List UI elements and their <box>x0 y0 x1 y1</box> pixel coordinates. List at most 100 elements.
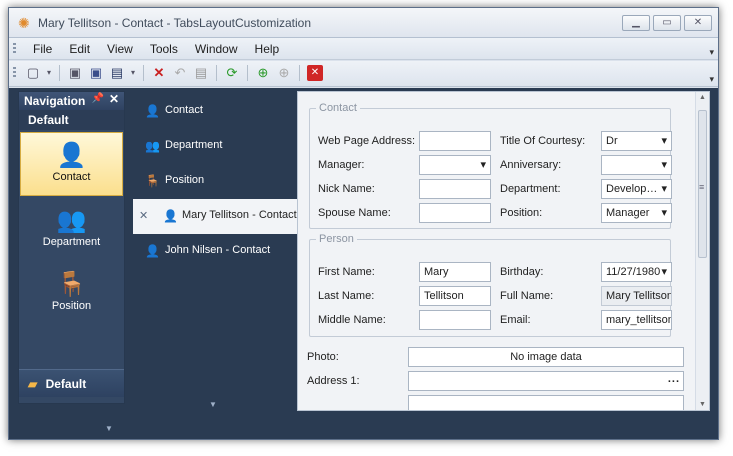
menu-help[interactable]: Help <box>246 42 288 56</box>
menu-view[interactable]: View <box>98 42 141 56</box>
nav-item-department[interactable]: 👥 Department <box>19 198 124 262</box>
delete-icon[interactable]: ✕ <box>151 65 167 81</box>
app-gear-icon: ✺ <box>18 15 30 31</box>
contact-icon: 👤 <box>145 244 160 258</box>
web-page-field[interactable] <box>419 131 491 151</box>
field-label: Middle Name: <box>318 314 386 326</box>
toolbar-grip-icon[interactable] <box>13 67 16 79</box>
contact-person-icon: 👤 <box>56 142 87 169</box>
tabs-expand-icon[interactable]: ▼ <box>209 400 217 409</box>
menu-tools[interactable]: Tools <box>141 42 186 56</box>
toolbar-separator <box>247 65 248 81</box>
workspace: Navigation 📌 ✕ Default 👤 Contact 👥 Depar… <box>9 88 718 439</box>
new-dropdown-icon[interactable]: ▾ <box>46 65 52 81</box>
contact-form: Contact Web Page Address: Title Of Court… <box>297 91 710 411</box>
window-title: Mary Tellitson - Contact - TabsLayoutCus… <box>38 16 312 30</box>
field-label: Manager: <box>318 159 365 171</box>
nav-expand-icon[interactable]: ▼ <box>105 424 113 433</box>
nav-item-label: Department <box>42 236 101 248</box>
email-field[interactable]: mary_tellitson <box>601 310 672 330</box>
group-title: Person <box>319 233 354 245</box>
tab-department[interactable]: 👥 Department <box>133 129 299 164</box>
field-label: Email: <box>500 314 531 326</box>
contact-icon: 👤 <box>163 209 178 223</box>
close-panel-icon[interactable]: ✕ <box>109 92 119 106</box>
field-label: Nick Name: <box>318 183 375 195</box>
vertical-scrollbar[interactable]: ▲ ≡ ▼ <box>695 92 709 410</box>
toolbar-separator <box>299 65 300 81</box>
nav-group-header[interactable]: Default <box>19 110 124 130</box>
close-doc-icon[interactable]: ✕ <box>307 65 323 81</box>
field-label: Title Of Courtesy: <box>500 135 586 147</box>
toolbar-overflow-icon[interactable]: ▾ <box>709 74 714 85</box>
title-bar: ✺ Mary Tellitson - Contact - TabsLayoutC… <box>9 8 718 38</box>
nav-item-position[interactable]: 🪑 Position <box>19 262 124 326</box>
minimize-button[interactable]: ▁ <box>622 15 650 31</box>
close-tab-icon[interactable]: ✕ <box>139 209 148 222</box>
middle-name-field[interactable] <box>419 310 491 330</box>
position-icon: 🪑 <box>145 174 160 188</box>
menu-overflow-icon[interactable]: ▾ <box>709 47 714 58</box>
tab-contact[interactable]: 👤 Contact <box>133 94 299 129</box>
address2-field[interactable] <box>408 395 684 410</box>
field-label: Anniversary: <box>500 159 562 171</box>
tab-position[interactable]: 🪑 Position <box>133 164 299 199</box>
menu-bar: File Edit View Tools Window Help ▾ <box>9 38 718 60</box>
spouse-name-field[interactable] <box>419 203 491 223</box>
save-icon[interactable]: ▣ <box>67 65 83 81</box>
tab-mary-tellitson[interactable]: ✕ 👤 Mary Tellitson - Contact <box>133 199 299 234</box>
nav-item-contact[interactable]: 👤 Contact <box>20 132 123 196</box>
department-select[interactable]: Develop… <box>601 179 672 199</box>
title-of-courtesy-select[interactable]: Dr <box>601 131 672 151</box>
field-label: Last Name: <box>318 290 375 302</box>
first-name-field[interactable]: Mary <box>419 262 491 282</box>
toolbar-separator <box>59 65 60 81</box>
field-label: Department: <box>500 183 561 195</box>
nav-footer-group[interactable]: ▰ Default <box>19 369 124 397</box>
department-people-icon: 👥 <box>56 207 87 234</box>
tab-label: John Nilsen - Contact <box>165 244 271 256</box>
menu-file[interactable]: File <box>24 42 60 56</box>
field-label: Spouse Name: <box>318 207 391 219</box>
new-doc-icon[interactable]: ▢ <box>25 65 41 81</box>
navigation-header: Navigation 📌 ✕ <box>19 92 124 110</box>
save-dropdown-icon[interactable]: ▾ <box>130 65 136 81</box>
save-new-icon[interactable]: ▤ <box>109 65 125 81</box>
print-icon[interactable]: ▤ <box>193 65 209 81</box>
menu-window[interactable]: Window <box>186 42 246 56</box>
field-label: Address 1: <box>307 375 360 387</box>
field-label: Full Name: <box>500 290 554 302</box>
next-icon[interactable]: ⊕ <box>255 65 271 81</box>
tab-label: Position <box>165 174 205 186</box>
scroll-up-icon[interactable]: ▲ <box>699 94 706 101</box>
full-name-field: Mary Tellitson <box>601 286 672 306</box>
contact-icon: 👤 <box>145 104 160 118</box>
close-button[interactable]: ✕ <box>684 15 712 31</box>
nick-name-field[interactable] <box>419 179 491 199</box>
undo-icon[interactable]: ↶ <box>172 65 188 81</box>
menu-edit[interactable]: Edit <box>60 42 98 56</box>
prev-icon[interactable]: ⊕ <box>276 65 292 81</box>
menu-grip-icon[interactable] <box>13 43 16 55</box>
tab-john-nilsen[interactable]: 👤 John Nilsen - Contact <box>133 234 299 269</box>
photo-field[interactable]: No image data <box>408 347 684 367</box>
scroll-down-icon[interactable]: ▼ <box>699 401 706 408</box>
manager-select[interactable] <box>419 155 491 175</box>
maximize-button[interactable]: ▭ <box>653 15 681 31</box>
navigation-panel: Navigation 📌 ✕ Default 👤 Contact 👥 Depar… <box>18 91 125 433</box>
pin-icon[interactable]: 📌 <box>92 93 104 104</box>
toolbar: ▢ ▾ ▣ ▣ ▤ ▾ ✕ ↶ ▤ ⟳ ⊕ ⊕ ✕ ▾ <box>9 61 718 87</box>
nav-item-label: Position <box>51 300 92 312</box>
refresh-icon[interactable]: ⟳ <box>224 65 240 81</box>
ellipsis-button[interactable]: ... <box>668 373 680 385</box>
position-select[interactable]: Manager <box>601 203 672 223</box>
address1-field[interactable]: ... <box>408 371 684 391</box>
anniversary-date-field[interactable] <box>601 155 672 175</box>
last-name-field[interactable]: Tellitson <box>419 286 491 306</box>
save-close-icon[interactable]: ▣ <box>88 65 104 81</box>
tab-label: Mary Tellitson - Contact <box>182 209 297 221</box>
tab-label: Contact <box>165 104 203 116</box>
nav-footer-label: Default <box>45 377 87 391</box>
birthday-date-field[interactable]: 11/27/1980 <box>601 262 672 282</box>
group-title: Contact <box>319 102 357 114</box>
